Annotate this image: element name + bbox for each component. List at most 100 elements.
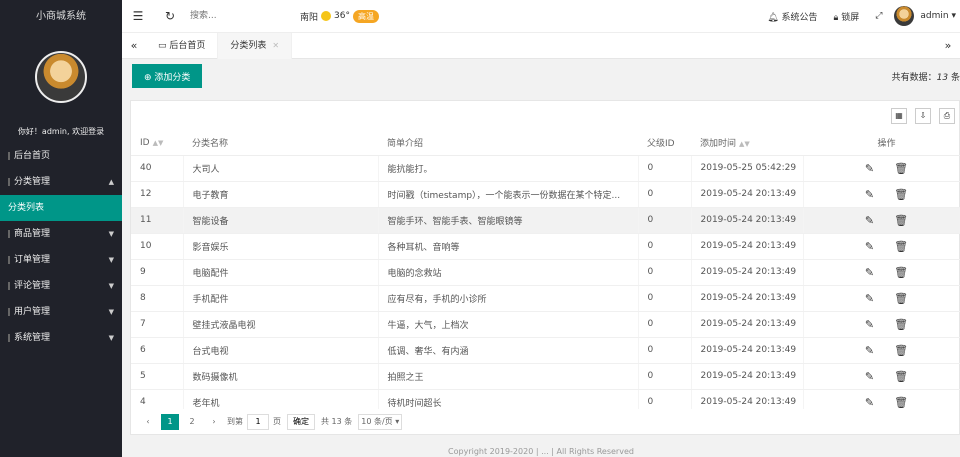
- print-icon[interactable]: ⎙: [939, 108, 955, 124]
- delete-icon[interactable]: 🗑︎: [894, 370, 908, 383]
- delete-icon[interactable]: 🗑︎: [894, 240, 908, 253]
- edit-icon[interactable]: ✎: [865, 396, 874, 409]
- export-icon[interactable]: ⇩: [915, 108, 931, 124]
- cell-desc: 应有尽有，手机的小诊所: [378, 285, 639, 312]
- col-desc: 简单介绍: [378, 131, 638, 156]
- columns-icon[interactable]: ▦: [891, 108, 907, 124]
- tabs-bar: « ▭ 后台首页 分类列表 ✕ »: [122, 32, 960, 59]
- fullscreen-icon[interactable]: ⤢: [875, 11, 882, 21]
- col-time[interactable]: 添加时间 ▲▼: [691, 131, 803, 156]
- sidebar-item[interactable]: 系统管理 ▼: [0, 325, 122, 351]
- cell-name: 智能设备: [183, 207, 379, 234]
- add-category-button[interactable]: ⊕ 添加分类: [132, 64, 203, 88]
- tab-home[interactable]: ▭ 后台首页: [146, 32, 219, 59]
- cell-desc: 牛逼，大气，上档次: [378, 311, 639, 338]
- delete-icon[interactable]: 🗑︎: [894, 188, 908, 201]
- menu-toggle-icon[interactable]: ☰: [122, 9, 154, 23]
- table-row[interactable]: 9 电脑配件 电脑的念救站 0 2019-05-24 20:13:49 ✎ 🗑︎: [131, 259, 960, 286]
- nav-marker-icon: [8, 229, 10, 238]
- user-menu[interactable]: admin ▾: [920, 11, 956, 21]
- delete-icon[interactable]: 🗑︎: [894, 396, 908, 409]
- goto-confirm-button[interactable]: 确定: [287, 413, 315, 430]
- cell-actions: ✎ 🗑︎: [803, 207, 960, 234]
- edit-icon[interactable]: ✎: [865, 162, 874, 175]
- nav-marker-icon: [8, 151, 10, 160]
- sort-icon[interactable]: ▲▼: [153, 139, 164, 147]
- chevron-icon: ▼: [108, 256, 114, 264]
- edit-icon[interactable]: ✎: [865, 240, 874, 253]
- lock-link[interactable]: 🔒︎ 锁屏: [834, 10, 860, 23]
- weather-widget: 南阳 36° 高温: [300, 9, 379, 23]
- cell-name: 数码摄像机: [183, 363, 379, 390]
- prev-page-icon[interactable]: ‹: [139, 414, 157, 430]
- edit-icon[interactable]: ✎: [865, 188, 874, 201]
- cell-desc: 低调、奢华、有内涵: [378, 337, 639, 364]
- edit-icon[interactable]: ✎: [865, 266, 874, 279]
- sidebar: 小商城系统 你好！admin, 欢迎登录 后台首页 分类管理 ▲ 分类列表 商品管理 ▼ 订…: [0, 0, 122, 457]
- cell-parent: 0: [638, 207, 692, 234]
- monitor-icon: ▭: [158, 40, 167, 51]
- table-row[interactable]: 12 电子教育 时间戳（timestamp），一个能表示一份数据在某个特定... 0 2…: [131, 181, 960, 208]
- header-avatar[interactable]: [894, 6, 915, 26]
- next-page-icon[interactable]: ›: [205, 414, 223, 430]
- notice-link[interactable]: 🔔︎ 系统公告: [767, 10, 817, 23]
- sidebar-item[interactable]: 商品管理 ▼: [0, 221, 122, 247]
- sidebar-item-label: 系统管理: [14, 333, 51, 343]
- tab-category-list[interactable]: 分类列表 ✕: [218, 32, 293, 59]
- delete-icon[interactable]: 🗑︎: [894, 292, 908, 305]
- delete-icon[interactable]: 🗑︎: [894, 266, 908, 279]
- cell-id: 8: [131, 285, 184, 312]
- col-id[interactable]: ID ▲▼: [131, 131, 183, 156]
- sidebar-item[interactable]: 分类管理 ▲: [0, 169, 122, 195]
- total-suffix: 条: [950, 72, 960, 83]
- weather-city: 南阳: [300, 12, 319, 23]
- table-row[interactable]: 7 壁挂式液晶电视 牛逼，大气，上档次 0 2019-05-24 20:13:49 ✎ 🗑︎: [131, 311, 960, 338]
- edit-icon[interactable]: ✎: [865, 344, 874, 357]
- edit-icon[interactable]: ✎: [865, 318, 874, 331]
- edit-icon[interactable]: ✎: [865, 292, 874, 305]
- sidebar-item[interactable]: 订单管理 ▼: [0, 247, 122, 273]
- refresh-icon[interactable]: ↻: [154, 9, 186, 23]
- close-icon[interactable]: ✕: [272, 41, 279, 50]
- tabs-left-icon[interactable]: «: [122, 39, 146, 52]
- table-row[interactable]: 40 大司人 能抗能打。 0 2019-05-25 05:42:29 ✎ 🗑︎: [131, 155, 960, 182]
- sidebar-item[interactable]: 后台首页: [0, 143, 122, 169]
- table-row[interactable]: 11 智能设备 智能手环、智能手表、智能眼镜等 0 2019-05-24 20:13:4…: [131, 207, 960, 234]
- user-avatar: [35, 51, 87, 103]
- search-input[interactable]: [190, 6, 280, 26]
- cell-time: 2019-05-24 20:13:49: [691, 207, 804, 234]
- delete-icon[interactable]: 🗑︎: [894, 162, 908, 175]
- nav-marker-icon: [8, 255, 10, 264]
- delete-icon[interactable]: 🗑︎: [894, 318, 908, 331]
- table-row[interactable]: 6 台式电视 低调、奢华、有内涵 0 2019-05-24 20:13:49 ✎ 🗑︎: [131, 337, 960, 364]
- sidebar-item-label: 评论管理: [14, 281, 51, 291]
- cell-time: 2019-05-24 20:13:49: [691, 363, 804, 390]
- goto-page-input[interactable]: [247, 413, 269, 430]
- cell-time: 2019-05-24 20:13:49: [691, 337, 804, 364]
- page-2[interactable]: 2: [183, 414, 201, 430]
- delete-icon[interactable]: 🗑︎: [894, 344, 908, 357]
- cell-parent: 0: [638, 337, 692, 364]
- table-row[interactable]: 8 手机配件 应有尽有，手机的小诊所 0 2019-05-24 20:13:49 ✎ 🗑︎: [131, 285, 960, 312]
- sidebar-item[interactable]: 评论管理 ▼: [0, 273, 122, 299]
- delete-icon[interactable]: 🗑︎: [894, 214, 908, 227]
- cell-parent: 0: [638, 233, 692, 260]
- chevron-icon: ▼: [108, 230, 114, 238]
- edit-icon[interactable]: ✎: [865, 214, 874, 227]
- sidebar-item[interactable]: 用户管理 ▼: [0, 299, 122, 325]
- cell-name: 电脑配件: [183, 259, 379, 286]
- cell-id: 40: [131, 155, 184, 182]
- edit-icon[interactable]: ✎: [865, 370, 874, 383]
- table-row[interactable]: 5 数码摄像机 拍照之王 0 2019-05-24 20:13:49 ✎ 🗑︎: [131, 363, 960, 390]
- top-header: ☰ ↻ 南阳 36° 高温 🔔︎ 系统公告 🔒︎ 锁屏 ⤢ admin ▾: [122, 0, 960, 33]
- tabs-right-icon[interactable]: »: [936, 39, 960, 52]
- sort-icon[interactable]: ▲▼: [739, 140, 750, 148]
- per-page-select[interactable]: 10 条/页 ▾: [358, 413, 403, 430]
- sidebar-item[interactable]: 分类列表: [0, 195, 122, 221]
- cell-actions: ✎ 🗑︎: [803, 311, 960, 338]
- page-1[interactable]: 1: [161, 413, 179, 430]
- cell-actions: ✎ 🗑︎: [803, 181, 960, 208]
- table-row[interactable]: 10 影音娱乐 各种耳机、音响等 0 2019-05-24 20:13:49 ✎ 🗑︎: [131, 233, 960, 260]
- username: admin: [920, 11, 949, 21]
- cell-desc: 时间戳（timestamp），一个能表示一份数据在某个特定...: [378, 181, 639, 208]
